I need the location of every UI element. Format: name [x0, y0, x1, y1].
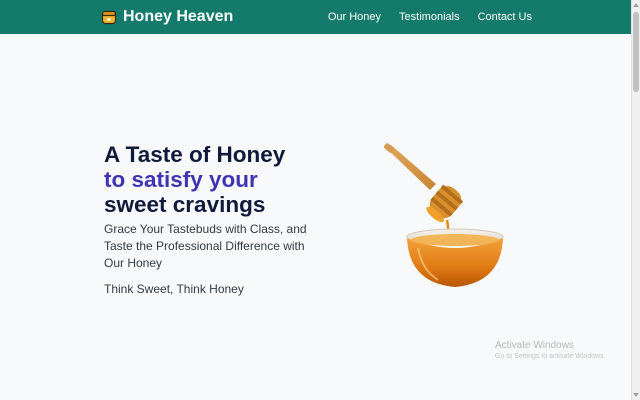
watermark-title: Activate Windows — [495, 340, 574, 351]
nav-link-our-honey[interactable]: Our Honey — [328, 11, 381, 23]
hero-title-line1: A Taste of Honey — [104, 142, 286, 167]
scrollbar-thumb[interactable] — [633, 12, 639, 92]
hero-title: A Taste of Honey to satisfy your sweet c… — [104, 142, 334, 217]
scroll-down-arrow-icon[interactable] — [633, 393, 639, 397]
hero-slogan: Think Sweet, Think Honey — [104, 282, 244, 296]
brand-name: Honey Heaven — [123, 8, 234, 25]
brand-link[interactable]: Honey Heaven — [101, 8, 233, 26]
page-scrollbar[interactable] — [631, 0, 640, 400]
hero-description: Grace Your Tastebuds with Class, and Tas… — [104, 222, 307, 270]
nav-link-contact-us[interactable]: Contact Us — [478, 11, 532, 23]
honey-pot-icon — [101, 9, 117, 25]
navbar: Honey Heaven Our Honey Testimonials Cont… — [0, 0, 632, 34]
scroll-up-arrow-icon[interactable] — [633, 3, 639, 7]
watermark-subtitle: Go to Settings to activate Windows. — [495, 353, 606, 360]
hero-title-accent: to satisfy your — [104, 167, 258, 192]
honey-dipper-bowl-icon — [378, 140, 518, 290]
nav-link-testimonials[interactable]: Testimonials — [399, 11, 460, 23]
hero-section: A Taste of Honey to satisfy your sweet c… — [104, 142, 334, 296]
activate-windows-watermark: Activate Windows Go to Settings to activ… — [495, 340, 606, 360]
hero-title-line3: sweet cravings — [104, 192, 266, 217]
nav-links: Our Honey Testimonials Contact Us — [310, 0, 532, 34]
